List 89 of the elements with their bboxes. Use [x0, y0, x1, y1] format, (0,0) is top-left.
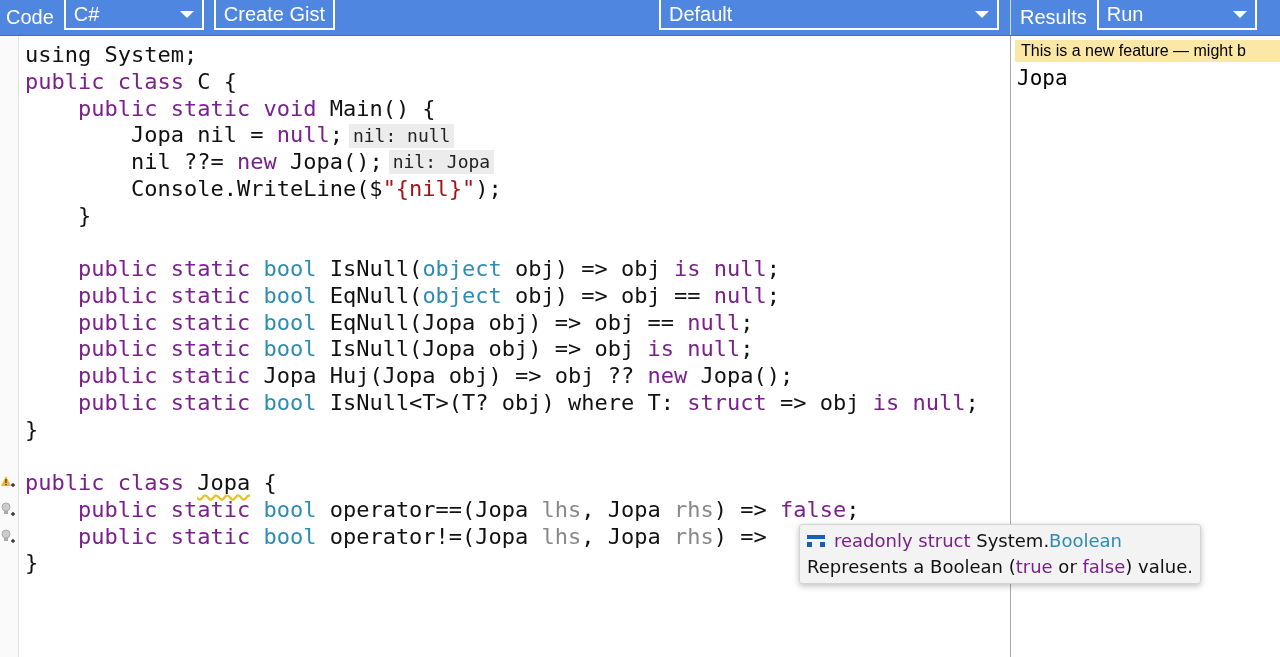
create-gist-button[interactable]: Create Gist — [213, 0, 335, 30]
code-text: Console.WriteLine($ — [129, 175, 383, 203]
type-text: bool — [263, 336, 317, 363]
keyword-text: null — [276, 122, 330, 149]
code-text: C { — [196, 68, 237, 96]
code-text: nil ??= — [129, 149, 225, 176]
code-text: EqNull( — [328, 282, 423, 310]
code-label: Code — [6, 6, 54, 29]
code-text: ; — [766, 256, 780, 283]
string-text: "{nil}" — [382, 175, 476, 203]
keyword-text: null — [687, 309, 741, 337]
code-text: Jopa Huj(Jopa obj) => obj ?? — [262, 363, 636, 390]
code-text: obj) => obj — [514, 256, 662, 283]
keyword-text: struct — [687, 389, 767, 417]
type-text: bool — [263, 523, 317, 551]
code-text: Jopa nil = — [129, 122, 265, 149]
code-text: } — [25, 550, 39, 577]
mode-dropdown[interactable]: Default — [658, 0, 999, 30]
code-text: ; — [329, 122, 343, 149]
warning-squiggle-text: Jopa — [197, 470, 251, 497]
keyword-text: public static — [76, 363, 251, 390]
type-signature: readonly struct System.Boolean — [834, 529, 1122, 553]
type-text: object — [422, 282, 502, 310]
code-text: } — [25, 416, 39, 444]
code-text: IsNull<T>(T? obj) where T: — [328, 389, 676, 417]
keyword-text: new — [236, 149, 277, 176]
parameter-text: rhs — [674, 496, 714, 524]
code-text: using System; — [25, 42, 198, 69]
keyword-text: public static — [76, 496, 252, 524]
code-text: Jopa(); — [699, 363, 794, 390]
keyword-text: public static — [76, 336, 252, 363]
keyword-text: public static — [76, 282, 252, 310]
type-text: bool — [263, 282, 317, 310]
code-text: ; — [740, 309, 754, 337]
code-text: ; — [965, 389, 979, 417]
code-text: } — [76, 202, 92, 230]
type-text: object — [422, 256, 502, 283]
keyword-text: is null — [674, 256, 767, 283]
type-description: Represents a Boolean (true or false) value. — [807, 555, 1193, 579]
inline-hint: nil: Jopa — [388, 150, 495, 175]
lightbulb-icon[interactable] — [0, 528, 16, 545]
type-text: bool — [263, 496, 317, 524]
keyword-text: public static — [76, 523, 252, 551]
keyword-text: public static void — [76, 95, 317, 123]
code-text: operator==(Jopa — [328, 496, 530, 524]
code-text: , Jopa — [581, 496, 662, 524]
code-text: IsNull( — [328, 256, 423, 283]
code-text: ) => — [713, 496, 768, 524]
keyword-text: public static — [76, 309, 252, 337]
code-text: IsNull(Jopa obj) => obj — [328, 336, 636, 363]
caret-icon — [179, 10, 194, 18]
code-text: ; — [846, 496, 860, 524]
code-text: ) => — [713, 523, 767, 551]
keyword-text: is null — [872, 389, 966, 417]
type-text: bool — [263, 309, 317, 337]
keyword-text: null — [713, 282, 767, 310]
type-text: bool — [263, 256, 317, 283]
keyword-text: is null — [647, 336, 741, 363]
keyword-text: false — [780, 496, 847, 524]
code-text: operator!=(Jopa — [328, 523, 530, 551]
run-dropdown[interactable]: Run — [1096, 0, 1257, 30]
keyword-text: public class — [25, 470, 185, 497]
caret-icon — [974, 10, 989, 18]
code-text: ); — [475, 175, 502, 203]
code-text: ; — [740, 336, 754, 363]
code-text: EqNull(Jopa obj) => obj == — [328, 309, 676, 337]
struct-icon — [807, 535, 825, 547]
feature-banner: This is a new feature — might b — [1015, 40, 1280, 62]
keyword-text: public static — [76, 389, 252, 417]
keyword-text: public static — [76, 256, 252, 283]
parameter-text: rhs — [674, 523, 714, 551]
code-text: { — [262, 470, 277, 497]
code-text: obj) => obj == — [514, 282, 702, 310]
keyword-text: public class — [25, 68, 184, 96]
inline-hint: nil: null — [348, 123, 455, 148]
keyword-text: new — [647, 363, 688, 390]
parameter-text: lhs — [541, 496, 582, 524]
lightbulb-icon[interactable] — [0, 501, 16, 518]
code-text: => obj — [779, 389, 861, 417]
caret-icon — [1232, 10, 1247, 18]
output-text: Jopa — [1016, 65, 1069, 92]
code-text: ; — [766, 282, 780, 310]
type-text: bool — [263, 389, 317, 417]
code-text: Main() { — [328, 95, 436, 123]
code-text: Jopa(); — [288, 149, 383, 176]
code-text: , Jopa — [581, 523, 662, 551]
parameter-text: lhs — [541, 523, 582, 551]
results-label: Results — [1020, 6, 1087, 29]
language-dropdown[interactable]: C# — [63, 0, 204, 30]
